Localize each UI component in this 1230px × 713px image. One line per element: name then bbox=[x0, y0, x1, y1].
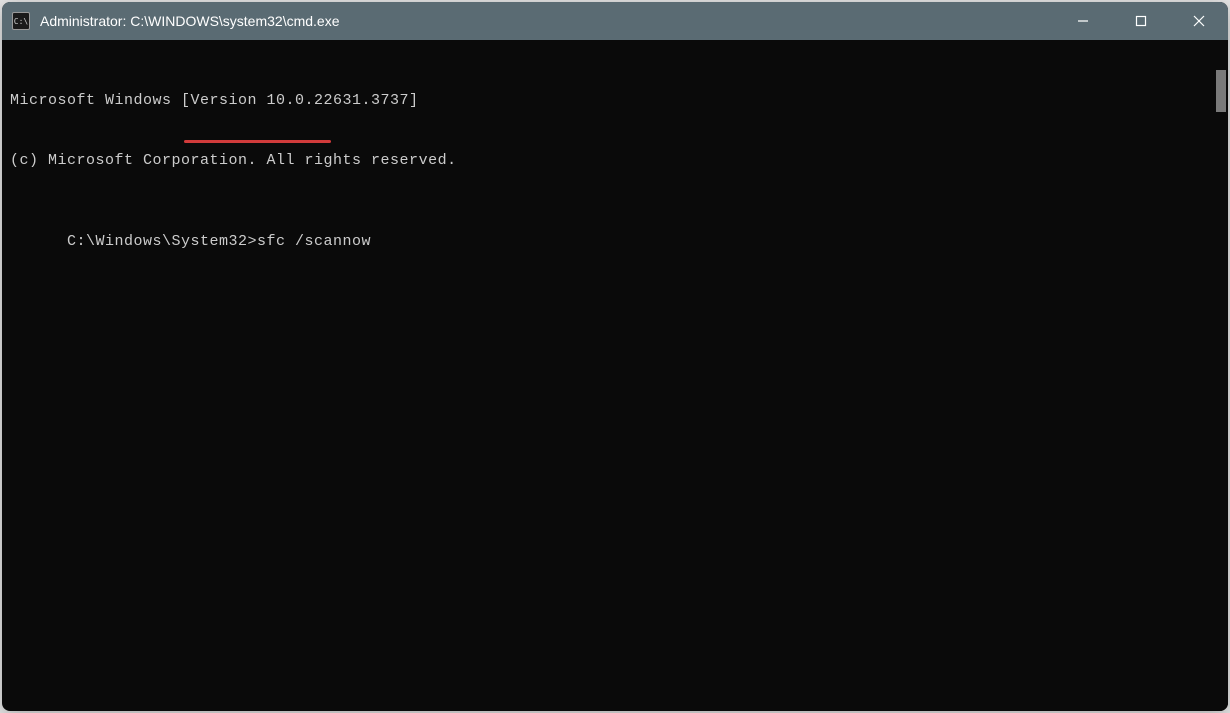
scrollbar-thumb[interactable] bbox=[1216, 70, 1226, 112]
titlebar[interactable]: C:\ Administrator: C:\WINDOWS\system32\c… bbox=[2, 2, 1228, 40]
command-prompt-window: C:\ Administrator: C:\WINDOWS\system32\c… bbox=[2, 2, 1228, 711]
close-button[interactable] bbox=[1170, 2, 1228, 40]
annotation-underline bbox=[184, 140, 331, 143]
app-icon-label: C:\ bbox=[14, 17, 28, 26]
app-icon: C:\ bbox=[12, 12, 30, 30]
terminal-area: Microsoft Windows [Version 10.0.22631.37… bbox=[2, 40, 1228, 711]
terminal-output[interactable]: Microsoft Windows [Version 10.0.22631.37… bbox=[2, 40, 1210, 711]
window-title: Administrator: C:\WINDOWS\system32\cmd.e… bbox=[40, 13, 1054, 29]
maximize-button[interactable] bbox=[1112, 2, 1170, 40]
close-icon bbox=[1193, 15, 1205, 27]
minimize-button[interactable] bbox=[1054, 2, 1112, 40]
minimize-icon bbox=[1077, 15, 1089, 27]
maximize-icon bbox=[1135, 15, 1147, 27]
window-controls bbox=[1054, 2, 1228, 40]
output-line: (c) Microsoft Corporation. All rights re… bbox=[10, 151, 1202, 171]
scrollbar[interactable] bbox=[1210, 40, 1228, 711]
output-line: Microsoft Windows [Version 10.0.22631.37… bbox=[10, 91, 1202, 111]
prompt-line: C:\Windows\System32>sfc /scannow bbox=[67, 232, 371, 252]
